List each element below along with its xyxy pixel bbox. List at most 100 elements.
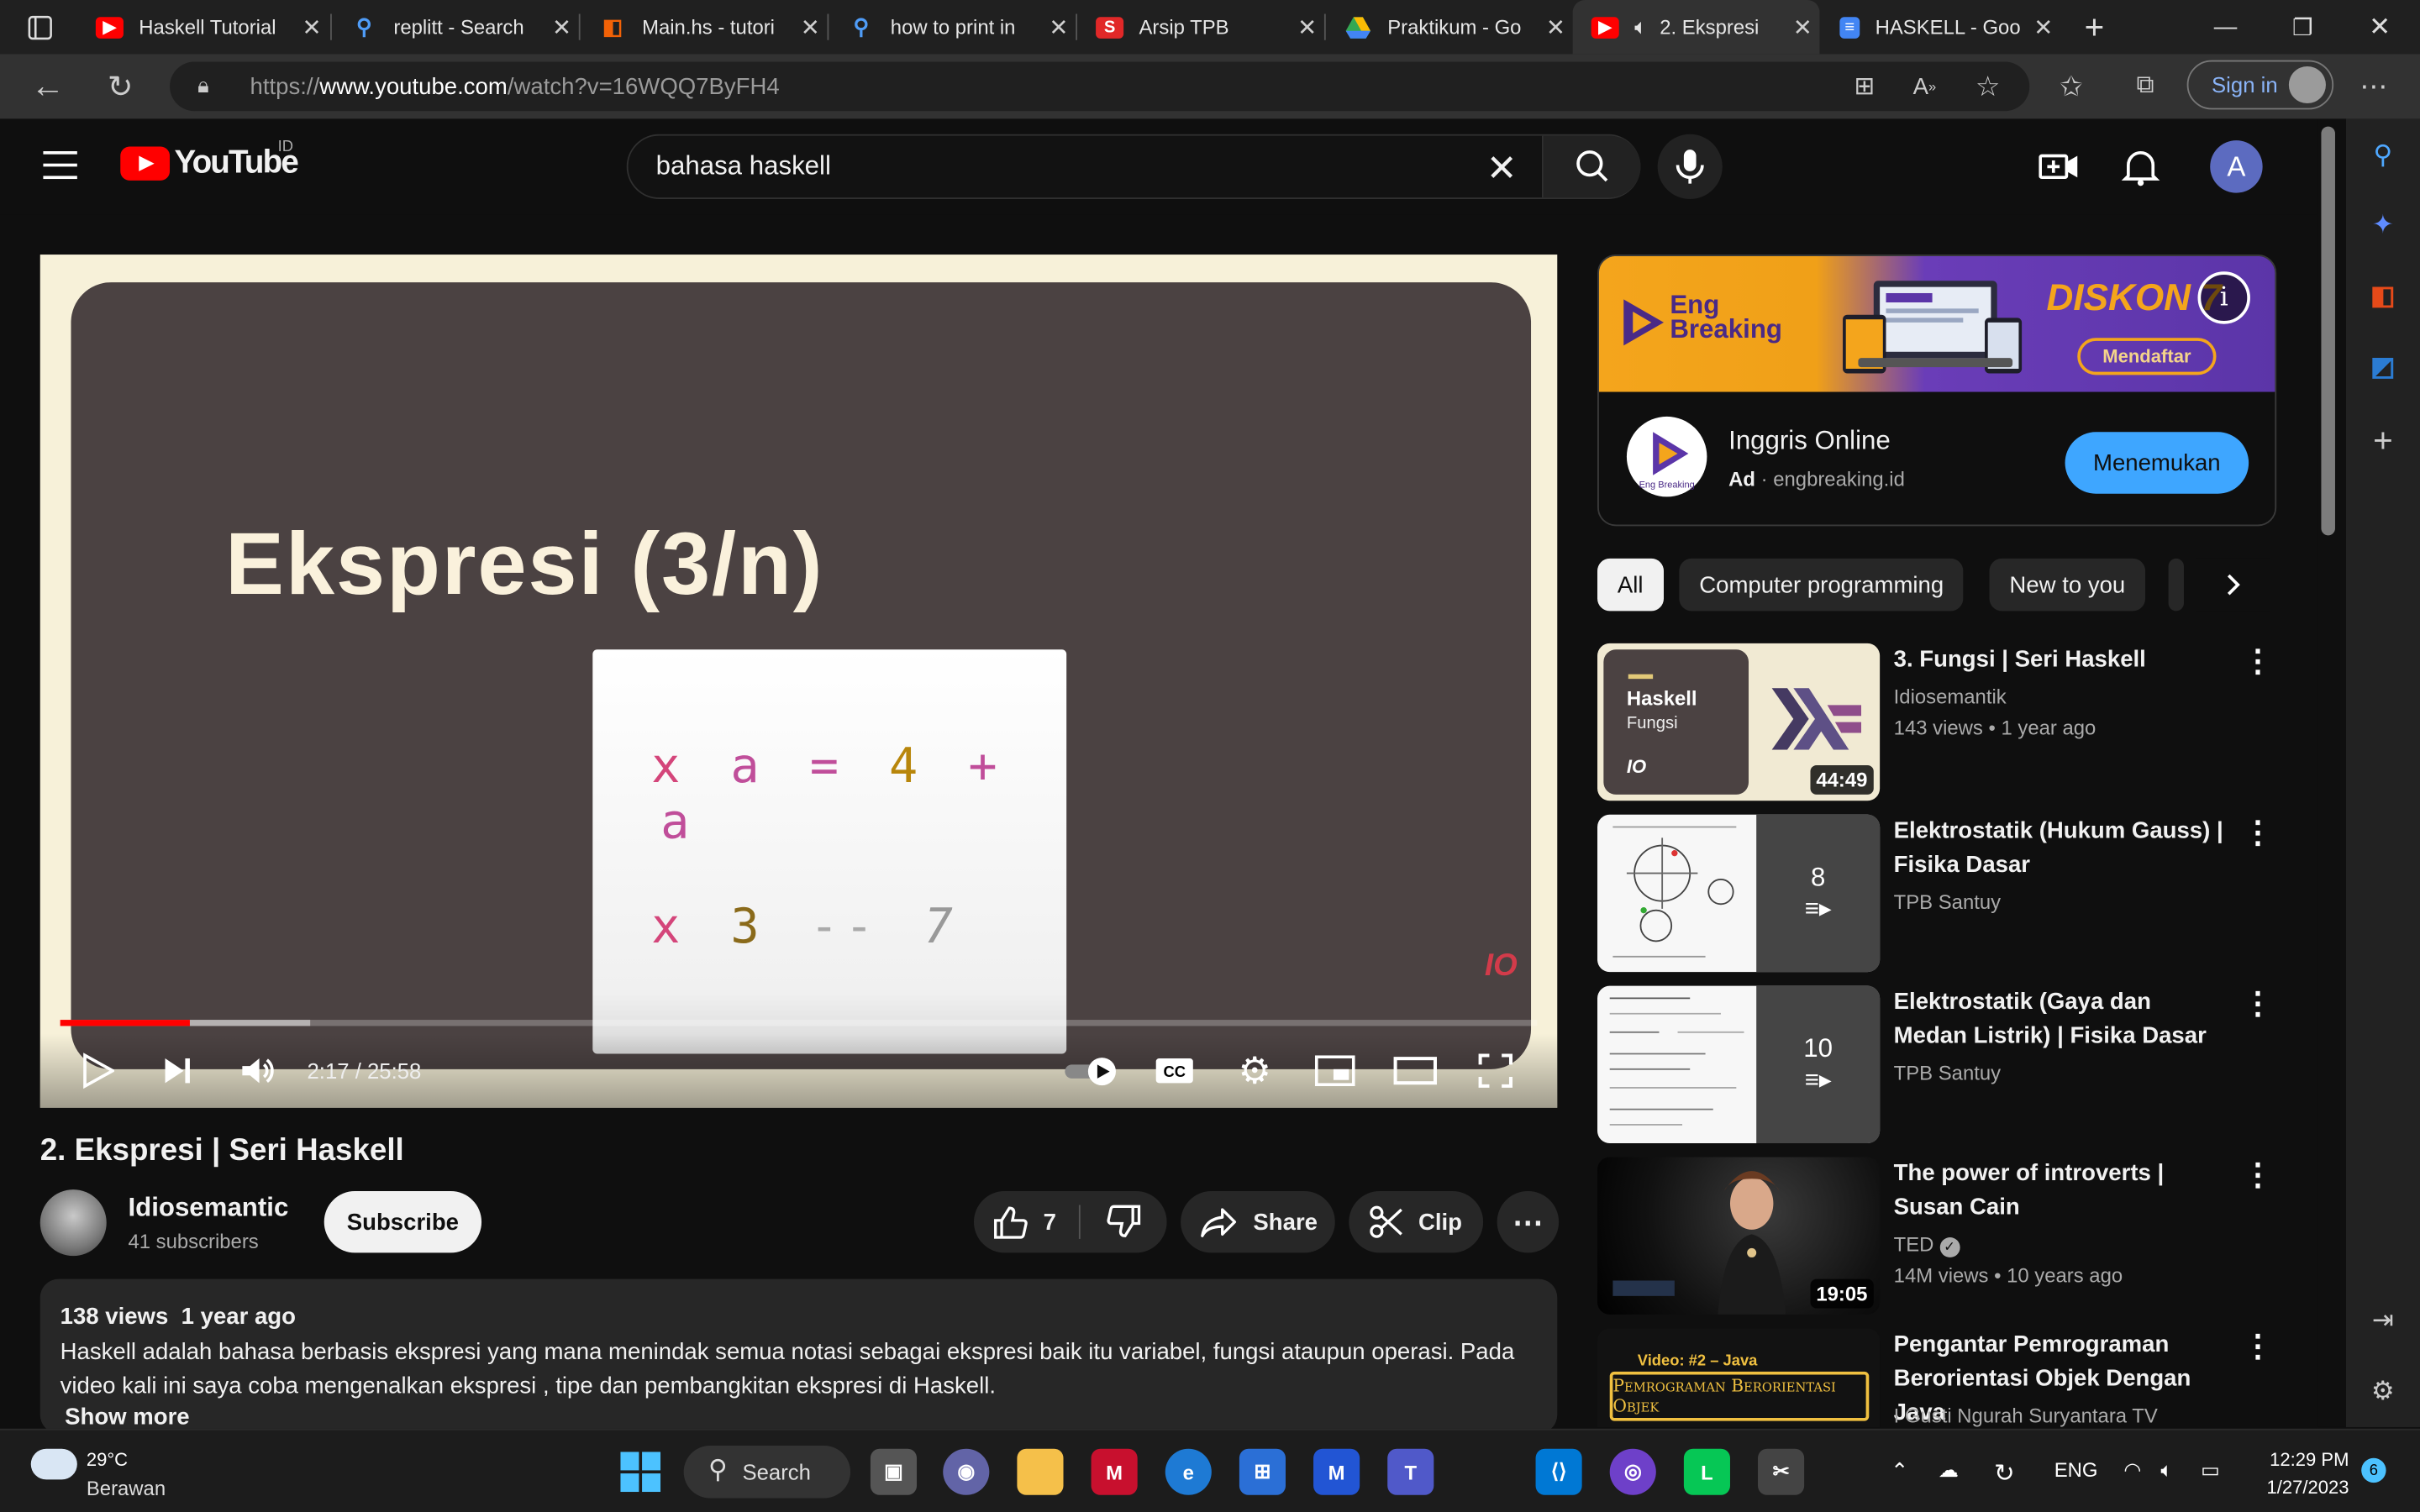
tab-how-to-print[interactable]: ⚲ how to print in ✕ xyxy=(829,0,1076,54)
video-thumbnail[interactable]: Video: #2 – Java Pemrograman Berorientas… xyxy=(1597,1328,1881,1427)
video-title[interactable]: Elektrostatik (Gaya dan Medan Listrik) |… xyxy=(1894,986,2226,1054)
volume-icon[interactable]: 🔈︎ xyxy=(2160,1458,2172,1483)
scrollbar-thumb[interactable] xyxy=(2321,126,2335,536)
video-title[interactable]: 3. Fungsi | Seri Haskell xyxy=(1894,643,2226,677)
close-tab-icon[interactable]: ✕ xyxy=(1539,13,1572,40)
show-more-button[interactable]: Show more xyxy=(65,1404,190,1430)
description-box[interactable]: 138 views 1 year ago Haskell adalah baha… xyxy=(39,1278,1558,1434)
settings-gear-icon[interactable]: ⚙ xyxy=(1232,1047,1278,1094)
sponsored-ad[interactable]: Eng Breaking DISKON 7 Mendaftar i Eng Bre… xyxy=(1597,255,2277,527)
clear-search-icon[interactable]: ✕ xyxy=(1486,146,1518,191)
chip-partial[interactable] xyxy=(2168,558,2184,612)
account-avatar[interactable]: A xyxy=(2210,140,2263,193)
wifi-icon[interactable]: ◠ xyxy=(2123,1458,2141,1483)
more-options-icon[interactable]: ⋮ xyxy=(2243,1331,2274,1362)
tab-arsip-tpb[interactable]: S Arsip TPB ✕ xyxy=(1077,0,1324,54)
chat-icon[interactable]: ◉ xyxy=(943,1448,990,1495)
more-actions-button[interactable]: ⋯ xyxy=(1497,1190,1560,1253)
sync-icon[interactable]: ↻ xyxy=(1994,1458,2015,1489)
mathway-icon[interactable]: M xyxy=(1313,1448,1360,1495)
mcafee-icon[interactable]: M xyxy=(1091,1448,1138,1495)
close-tab-icon[interactable]: ✕ xyxy=(1786,13,1819,40)
show-hidden-icons-icon[interactable]: ⌃ xyxy=(1891,1458,1909,1484)
volume-button[interactable] xyxy=(234,1047,281,1094)
ad-cta-button[interactable]: Menemukan xyxy=(2065,432,2249,494)
language-indicator[interactable]: ENG xyxy=(2054,1458,2098,1482)
microsoft-store-icon[interactable]: ⊞ xyxy=(1239,1448,1286,1495)
favorites-icon[interactable]: ✩ xyxy=(2045,54,2097,118)
tab-actions-button[interactable] xyxy=(9,0,71,54)
autoplay-toggle[interactable] xyxy=(1062,1047,1123,1094)
speaker-icon[interactable]: 🔈︎ xyxy=(1634,14,1647,40)
recommended-playlist[interactable]: 8 ≡▸ Elektrostatik (Hukum Gauss) | Fisika… xyxy=(1597,814,2276,973)
add-sidebar-icon[interactable]: + xyxy=(2366,421,2400,459)
channel-name[interactable]: TED ✓ xyxy=(1894,1233,1960,1257)
back-button[interactable]: ← xyxy=(22,54,74,118)
search-box[interactable]: bahasa haskell ✕ xyxy=(626,134,1641,199)
clip-button[interactable]: Clip xyxy=(1349,1190,1484,1253)
close-tab-icon[interactable]: ✕ xyxy=(295,13,329,40)
ad-register-button[interactable]: Mendaftar xyxy=(2077,338,2217,375)
channel-name[interactable]: I Gusti Ngurah Suryantara TV xyxy=(1894,1404,2158,1427)
weather-icon[interactable] xyxy=(30,1448,77,1480)
cloud-sync-icon[interactable]: ☁ xyxy=(1939,1458,1959,1483)
close-tab-icon[interactable]: ✕ xyxy=(544,13,578,40)
collections-icon[interactable]: ⧉ xyxy=(2119,54,2171,118)
progress-bar[interactable] xyxy=(60,1020,1538,1026)
channel-name[interactable]: TPB Santuy xyxy=(1894,1062,2001,1085)
snipping-tool-icon[interactable]: ✂ xyxy=(1758,1448,1805,1495)
dislike-button[interactable] xyxy=(1081,1191,1167,1252)
weather-temperature[interactable]: 29°C xyxy=(87,1449,128,1471)
channel-name[interactable]: Idiosemantik xyxy=(1894,685,2007,709)
edge-icon[interactable]: e xyxy=(1165,1448,1212,1495)
next-button[interactable] xyxy=(155,1047,201,1094)
more-options-icon[interactable]: ⋮ xyxy=(2243,647,2274,678)
youtube-logo[interactable]: YouTube xyxy=(120,145,299,182)
read-aloud-icon[interactable]: A» xyxy=(1898,54,1950,118)
channel-avatar[interactable] xyxy=(39,1189,107,1257)
theater-mode-button[interactable] xyxy=(1392,1047,1439,1094)
search-input[interactable]: bahasa haskell xyxy=(656,151,831,182)
system-clock[interactable]: 12:29 PM 1/27/2023 xyxy=(2265,1446,2349,1501)
notifications-bell-icon[interactable] xyxy=(2121,146,2161,186)
windows-start-icon[interactable] xyxy=(618,1449,664,1495)
share-button[interactable]: Share xyxy=(1181,1190,1335,1253)
sign-in-button[interactable]: Sign in xyxy=(2186,60,2334,110)
close-tab-icon[interactable]: ✕ xyxy=(793,13,827,40)
tab-haskell-docs[interactable]: ≡ HASKELL - Goo ✕ xyxy=(1821,0,2060,54)
play-button[interactable] xyxy=(74,1047,120,1094)
more-options-icon[interactable]: ⋮ xyxy=(2243,989,2274,1020)
copilot-icon[interactable]: ✦ xyxy=(2366,208,2400,242)
close-tab-icon[interactable]: ✕ xyxy=(2027,13,2060,40)
lock-icon[interactable]: 🔒︎ xyxy=(197,72,209,98)
close-window-button[interactable]: ✕ xyxy=(2343,0,2417,54)
battery-icon[interactable]: ▭ xyxy=(2201,1458,2220,1483)
more-options-icon[interactable]: ⋮ xyxy=(2243,1160,2274,1191)
app-available-icon[interactable]: ⊞ xyxy=(1839,54,1891,118)
tab-haskell-tutorial[interactable]: ▶ Haskell Tutorial ✕ xyxy=(77,0,329,54)
video-player[interactable]: Ekspresi (3/n) x a = 4 + a x 3 -- 7 IO 2… xyxy=(39,255,1558,1108)
video-title[interactable]: Elektrostatik (Hukum Gauss) | Fisika Das… xyxy=(1894,815,2226,883)
file-explorer-icon[interactable] xyxy=(1017,1448,1064,1495)
channel-name[interactable]: TPB Santuy xyxy=(1894,890,2001,914)
ad-title[interactable]: Inggris Online xyxy=(1728,426,1891,457)
recommended-video[interactable]: Haskell Fungsi IO 44:49 3. Fungsi | Seri… xyxy=(1597,643,2276,801)
new-tab-button[interactable]: + xyxy=(2057,0,2131,54)
restore-button[interactable]: ❐ xyxy=(2265,0,2339,54)
tab-main-hs[interactable]: ◧ Main.hs - tutori ✕ xyxy=(581,0,828,54)
info-icon[interactable]: i xyxy=(2197,271,2250,324)
task-view-icon[interactable]: ▣ xyxy=(870,1448,918,1495)
miniplayer-button[interactable] xyxy=(1312,1047,1358,1094)
tab-praktikum[interactable]: Praktikum - Go ✕ xyxy=(1326,0,1573,54)
close-tab-icon[interactable]: ✕ xyxy=(1291,13,1324,40)
search-icon[interactable]: ⚲ xyxy=(2366,139,2400,172)
advertiser-logo[interactable]: Eng Breaking xyxy=(1626,416,1707,497)
tab-replitt-search[interactable]: ⚲ replitt - Search ✕ xyxy=(332,0,579,54)
refresh-button[interactable]: ↻ xyxy=(94,54,146,118)
chips-next-button[interactable] xyxy=(2196,558,2270,612)
voice-search-button[interactable] xyxy=(1657,134,1723,199)
playlist-thumbnail[interactable]: 8 ≡▸ xyxy=(1597,814,1881,973)
search-button[interactable] xyxy=(1541,135,1641,198)
minimize-button[interactable]: — xyxy=(2188,0,2262,54)
recommended-video[interactable]: Video: #2 – Java Pemrograman Berorientas… xyxy=(1597,1328,2276,1427)
